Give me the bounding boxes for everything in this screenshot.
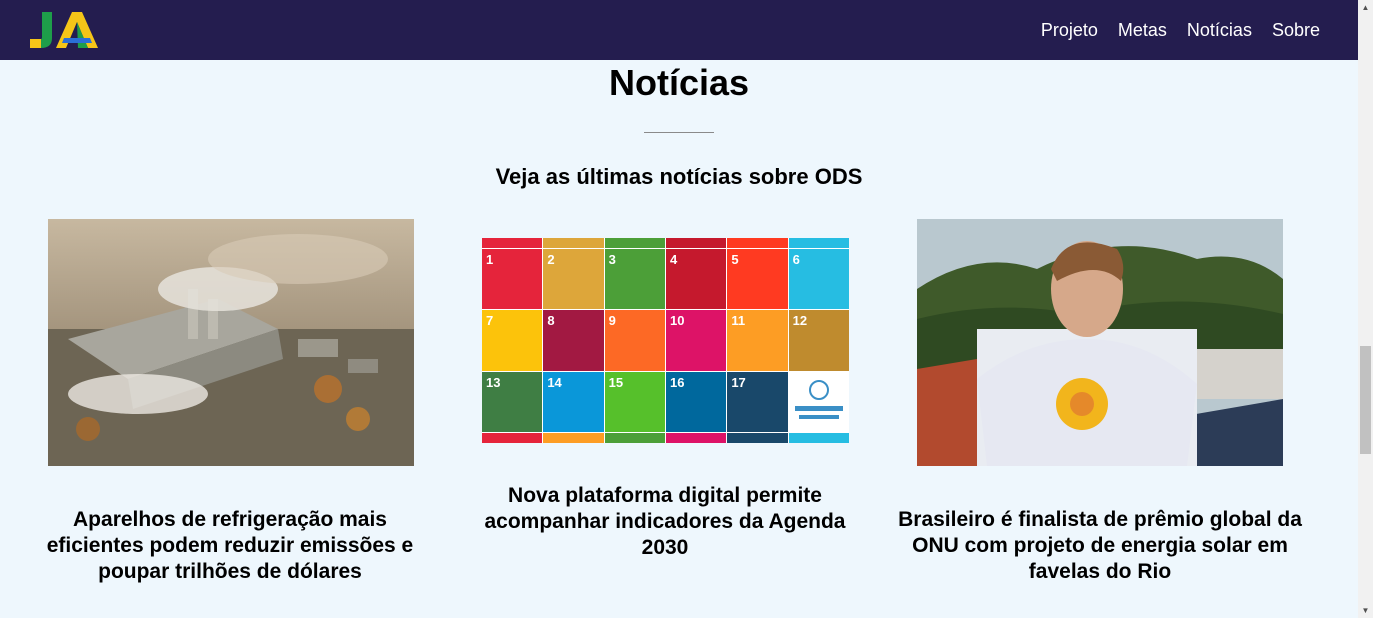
sdg-tile: 4 [665, 249, 727, 310]
scroll-up-arrow-icon[interactable]: ▲ [1358, 0, 1373, 15]
main-nav: Projeto Metas Notícias Sobre [1041, 20, 1320, 41]
section-title: Notícias [608, 62, 750, 103]
sdg-tile: 17 [727, 371, 788, 432]
news-image-factory[interactable] [48, 219, 414, 466]
news-title-3[interactable]: Brasileiro é finalista de prêmio global … [896, 507, 1304, 585]
nav-metas[interactable]: Metas [1118, 20, 1167, 41]
sdg-tile: 9 [604, 310, 665, 371]
news-title-1[interactable]: Aparelhos de refrigeração mais eficiente… [30, 507, 430, 585]
news-image-sdg-grid[interactable]: 1 2 3 4 5 6 7 8 9 10 11 12 13 14 15 16 1… [482, 238, 849, 443]
scroll-thumb[interactable] [1360, 346, 1371, 454]
page-scrollbar[interactable]: ▲ ▼ [1358, 0, 1373, 618]
sdg-logo-tile [788, 371, 849, 432]
news-title-2[interactable]: Nova plataforma digital permite acompanh… [470, 483, 860, 561]
sdg-tile: 12 [788, 310, 849, 371]
sdg-tile: 1 [482, 249, 543, 310]
news-image-solar-man[interactable] [917, 219, 1283, 466]
sdg-tile: 16 [665, 371, 727, 432]
section-subtitle: Veja as últimas notícias sobre ODS [495, 164, 863, 189]
sdg-tile: 7 [482, 310, 543, 371]
nav-projeto[interactable]: Projeto [1041, 20, 1098, 41]
sdg-tile: 5 [727, 249, 788, 310]
nav-sobre[interactable]: Sobre [1272, 20, 1320, 41]
sdg-tile: 13 [482, 371, 543, 432]
sdg-tile: 15 [604, 371, 665, 432]
sdg-tile: 3 [604, 249, 665, 310]
sdg-tile: 8 [543, 310, 604, 371]
nav-noticias[interactable]: Notícias [1187, 20, 1252, 41]
sdg-tile: 6 [788, 249, 849, 310]
scroll-down-arrow-icon[interactable]: ▼ [1358, 603, 1373, 618]
sdg-tile: 14 [543, 371, 604, 432]
sdg-tile: 11 [727, 310, 788, 371]
sdg-tile: 10 [665, 310, 727, 371]
ja-logo[interactable] [28, 10, 100, 50]
top-navbar: Projeto Metas Notícias Sobre [0, 0, 1358, 60]
title-divider [644, 132, 714, 133]
sdg-tile: 2 [543, 249, 604, 310]
